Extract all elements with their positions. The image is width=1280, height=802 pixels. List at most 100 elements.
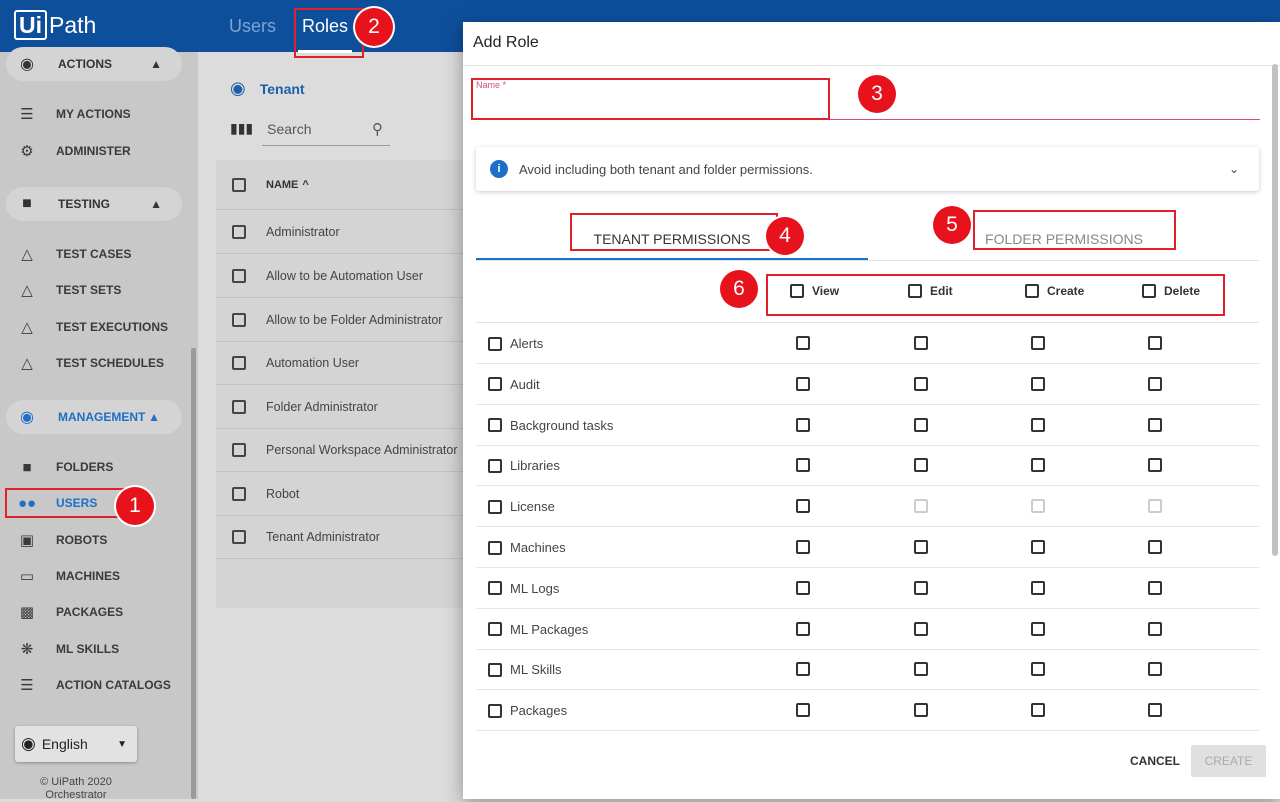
permission-label[interactable]: Machines	[488, 540, 566, 555]
permission-label[interactable]: ML Skills	[488, 662, 562, 677]
language-selector[interactable]: ◉ English ▼	[15, 726, 137, 762]
section-testing[interactable]: ■ TESTING ▲	[6, 187, 182, 221]
row-checkbox[interactable]	[232, 399, 246, 414]
row-select-checkbox[interactable]	[488, 703, 502, 718]
breadcrumb[interactable]: ◉ Tenant	[230, 78, 305, 99]
dialog-scrollbar[interactable]	[1272, 64, 1278, 556]
edit-checkbox[interactable]	[914, 703, 928, 718]
delete-checkbox[interactable]	[1148, 621, 1162, 636]
view-checkbox[interactable]	[796, 580, 810, 595]
delete-checkbox[interactable]	[1148, 662, 1162, 677]
sidebar-item-robots[interactable]: ▣ ROBOTS	[14, 528, 184, 552]
sidebar-item-folders[interactable]: ■ FOLDERS	[14, 455, 184, 479]
sidebar-item-machines[interactable]: ▭ MACHINES	[14, 564, 184, 588]
sidebar-item-action-catalogs[interactable]: ☰ ACTION CATALOGS	[14, 673, 184, 697]
sidebar-item-administer[interactable]: ⚙ ADMINISTER	[14, 139, 184, 163]
table-row[interactable]: Personal Workspace Administrator	[216, 428, 466, 472]
table-row[interactable]: Allow to be Folder Administrator	[216, 298, 466, 342]
view-checkbox[interactable]	[796, 540, 810, 554]
permission-label[interactable]: Audit	[488, 377, 540, 392]
edit-checkbox[interactable]	[914, 336, 928, 350]
table-row[interactable]: Tenant Administrator	[216, 515, 466, 559]
sidebar-item-test-executions[interactable]: △ TEST EXECUTIONS	[14, 315, 184, 339]
row-select-checkbox[interactable]	[488, 418, 502, 433]
delete-checkbox[interactable]	[1148, 376, 1162, 391]
edit-checkbox[interactable]	[914, 662, 928, 677]
row-checkbox[interactable]	[232, 224, 246, 239]
edit-checkbox[interactable]	[914, 376, 928, 391]
view-checkbox[interactable]	[796, 417, 810, 432]
delete-checkbox[interactable]	[1148, 540, 1162, 554]
row-select-checkbox[interactable]	[488, 581, 502, 596]
delete-checkbox[interactable]	[1148, 458, 1162, 473]
delete-checkbox[interactable]	[1148, 417, 1162, 432]
permission-label[interactable]: License	[488, 499, 555, 514]
create-checkbox[interactable]	[1031, 580, 1045, 595]
columns-icon[interactable]: ▮▮▮	[230, 120, 253, 137]
row-select-checkbox[interactable]	[488, 662, 502, 677]
create-checkbox[interactable]	[1031, 458, 1045, 473]
row-checkbox[interactable]	[232, 529, 246, 544]
create-checkbox[interactable]	[1031, 621, 1045, 636]
permission-label[interactable]: ML Logs	[488, 581, 559, 596]
view-checkbox[interactable]	[796, 376, 810, 391]
create-button[interactable]: CREATE	[1191, 745, 1266, 777]
search-input[interactable]: Search	[267, 121, 311, 137]
edit-checkbox[interactable]	[914, 540, 928, 554]
delete-checkbox[interactable]	[1148, 703, 1162, 718]
row-select-checkbox[interactable]	[488, 458, 502, 473]
row-checkbox[interactable]	[232, 355, 246, 370]
row-select-checkbox[interactable]	[488, 622, 502, 637]
select-all-checkbox[interactable]	[232, 177, 246, 192]
sidebar-item-ml-skills[interactable]: ❋ ML SKILLS	[14, 637, 184, 661]
row-select-checkbox[interactable]	[488, 377, 502, 392]
sidebar-item-test-schedules[interactable]: △ TEST SCHEDULES	[14, 351, 184, 375]
chevron-down-icon[interactable]: ⌄	[1229, 162, 1239, 176]
edit-checkbox[interactable]	[914, 458, 928, 473]
create-checkbox[interactable]	[1031, 703, 1045, 718]
permission-label[interactable]: Alerts	[488, 336, 543, 351]
edit-checkbox[interactable]	[914, 621, 928, 636]
table-row[interactable]: Administrator	[216, 210, 466, 254]
tab-users[interactable]: Users	[229, 16, 276, 37]
create-checkbox[interactable]	[1031, 662, 1045, 677]
info-banner[interactable]: i Avoid including both tenant and folder…	[476, 147, 1259, 191]
row-checkbox[interactable]	[232, 312, 246, 327]
edit-checkbox[interactable]	[914, 580, 928, 595]
sidebar-item-test-sets[interactable]: △ TEST SETS	[14, 278, 184, 302]
table-row[interactable]: Robot	[216, 472, 466, 516]
view-checkbox[interactable]	[796, 458, 810, 473]
row-checkbox[interactable]	[232, 268, 246, 283]
row-checkbox[interactable]	[232, 486, 246, 501]
create-checkbox[interactable]	[1031, 540, 1045, 554]
search-icon[interactable]: ⚲	[372, 120, 383, 138]
view-checkbox[interactable]	[796, 499, 810, 514]
permission-label[interactable]: Background tasks	[488, 418, 613, 433]
view-checkbox[interactable]	[796, 662, 810, 677]
sidebar-item-my-actions[interactable]: ☰ MY ACTIONS	[14, 102, 184, 126]
view-checkbox[interactable]	[796, 336, 810, 350]
permission-label[interactable]: Packages	[488, 703, 567, 718]
view-checkbox[interactable]	[796, 703, 810, 718]
sidebar-item-packages[interactable]: ▩ PACKAGES	[14, 600, 184, 624]
row-checkbox[interactable]	[232, 442, 246, 457]
row-select-checkbox[interactable]	[488, 336, 502, 351]
create-checkbox[interactable]	[1031, 417, 1045, 432]
sidebar-item-test-cases[interactable]: △ TEST CASES	[14, 242, 184, 266]
view-checkbox[interactable]	[796, 621, 810, 636]
cancel-button[interactable]: CANCEL	[1115, 746, 1195, 776]
edit-checkbox[interactable]	[914, 417, 928, 432]
create-checkbox[interactable]	[1031, 336, 1045, 350]
permission-label[interactable]: Libraries	[488, 458, 560, 473]
table-row[interactable]: Folder Administrator	[216, 385, 466, 429]
delete-checkbox[interactable]	[1148, 336, 1162, 350]
row-select-checkbox[interactable]	[488, 540, 502, 555]
section-actions[interactable]: ◉ ACTIONS ▲	[6, 47, 182, 81]
table-row[interactable]: Automation User	[216, 341, 466, 385]
sidebar-scrollbar[interactable]	[191, 348, 196, 799]
section-management[interactable]: ◉ MANAGEMENT ▲	[6, 400, 182, 434]
uipath-logo[interactable]: Ui Path	[14, 10, 96, 40]
permission-label[interactable]: ML Packages	[488, 622, 588, 637]
table-row[interactable]: Allow to be Automation User	[216, 254, 466, 298]
create-checkbox[interactable]	[1031, 376, 1045, 391]
